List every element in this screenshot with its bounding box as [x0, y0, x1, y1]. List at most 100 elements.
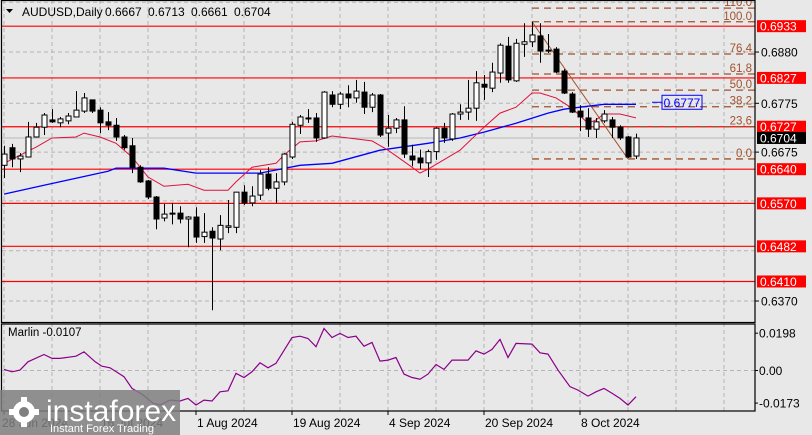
candle [513, 38, 520, 82]
candle-body [81, 97, 88, 112]
candle [361, 81, 368, 115]
candle [153, 196, 160, 230]
candle-body [617, 126, 624, 139]
candle [569, 92, 576, 114]
candle-body [209, 230, 216, 239]
candle-body [137, 166, 144, 183]
candle-body [393, 119, 400, 129]
candle-body [217, 224, 224, 240]
candle [137, 165, 144, 183]
dropdown-triangle-icon[interactable] [6, 9, 13, 13]
level-price-label: 0.6640 [760, 163, 797, 177]
symbol-label: AUDUSD,Daily [22, 5, 103, 19]
candle [185, 216, 192, 248]
candle-body [457, 111, 464, 115]
candle [57, 116, 64, 128]
candle-body [361, 91, 368, 108]
candle [225, 199, 232, 234]
candle-body [313, 117, 320, 139]
candle [625, 136, 632, 158]
candle [353, 79, 360, 103]
candlesticks [1, 21, 640, 311]
candle-body [513, 42, 520, 82]
indicator-tick-label: -0.0173 [759, 397, 800, 411]
price-tick-label: 0.6675 [761, 146, 798, 160]
candle-body [401, 119, 408, 155]
candle-body [633, 137, 640, 157]
candle-body [409, 155, 416, 161]
candle [473, 71, 480, 121]
candle-body [257, 173, 264, 196]
candle-body [569, 93, 576, 113]
current-price-label: 0.6704 [760, 131, 797, 145]
candle-body [177, 212, 184, 220]
instaforex-watermark: instaforex Instant Forex Trading [0, 390, 180, 435]
date-label: 1 Aug 2024 [197, 416, 258, 430]
ohlc-high: 0.6713 [148, 5, 185, 19]
candle-body [489, 71, 496, 89]
indicator-tick-label: 0.0198 [759, 327, 796, 341]
candle-body [337, 93, 344, 105]
candle [561, 69, 568, 95]
candle [409, 144, 416, 167]
candle [73, 91, 80, 118]
candle [321, 91, 328, 139]
candle [241, 185, 248, 205]
candle-body [193, 216, 200, 238]
fib-level-label: 50,0 [730, 79, 752, 91]
candle-body [593, 121, 600, 130]
candle [9, 143, 16, 168]
candle [65, 113, 72, 125]
candle [113, 117, 120, 141]
candle [505, 36, 512, 83]
date-label: 20 Sep 2024 [485, 416, 553, 430]
price-chart[interactable]: 110.0 100.0 76,4 61,8 50,0 38,2 23,6 0.0 0.6777… [0, 0, 812, 435]
level-price-label: 0.6827 [760, 71, 797, 85]
candle-body [185, 216, 192, 220]
candle [553, 47, 560, 74]
chart-window: 110.0 100.0 76,4 61,8 50,0 38,2 23,6 0.0 0.6777… [0, 0, 812, 435]
candle-body [1, 153, 8, 166]
candle [145, 179, 152, 199]
candle [281, 153, 288, 186]
candle-body [529, 34, 536, 43]
candle-body [449, 113, 456, 140]
candle-body [553, 48, 560, 73]
candle [273, 173, 280, 203]
candle [617, 125, 624, 140]
candle-body [249, 195, 256, 204]
candle [537, 23, 544, 63]
candle-body [169, 212, 176, 215]
date-label: 4 Sep 2024 [389, 416, 451, 430]
candle [465, 79, 472, 120]
candle [217, 215, 224, 251]
candle [81, 93, 88, 114]
candle-body [17, 155, 24, 160]
candle-body [113, 124, 120, 138]
candle-body [33, 126, 40, 138]
price-axis[interactable]: 0.6880 0.6775 0.6675 0.6370 0.6933 0.6827 0.67… [755, 20, 806, 411]
candle-body [153, 196, 160, 220]
candle [369, 93, 376, 113]
candle [633, 133, 640, 159]
candle [305, 109, 312, 123]
price-tick-label: 0.6370 [761, 295, 798, 309]
candle [601, 110, 608, 123]
candle-body [281, 153, 288, 183]
support-resistance-levels [2, 25, 755, 283]
ohlc-low: 0.6661 [191, 5, 228, 19]
candle [497, 43, 504, 83]
ma-value-label: 0.6777 [664, 96, 701, 110]
candle-body [369, 94, 376, 108]
grid [2, 0, 755, 411]
level-price-label: 0.6410 [760, 275, 797, 289]
candle-body [233, 191, 240, 228]
candle [169, 202, 176, 225]
candle [401, 106, 408, 158]
candle-body [9, 147, 16, 160]
candle-body [345, 93, 352, 99]
candle-body [609, 119, 616, 128]
fib-level-label: 38,2 [730, 96, 752, 108]
price-tick-label: 0.6775 [761, 97, 798, 111]
level-price-label: 0.6482 [760, 240, 797, 254]
